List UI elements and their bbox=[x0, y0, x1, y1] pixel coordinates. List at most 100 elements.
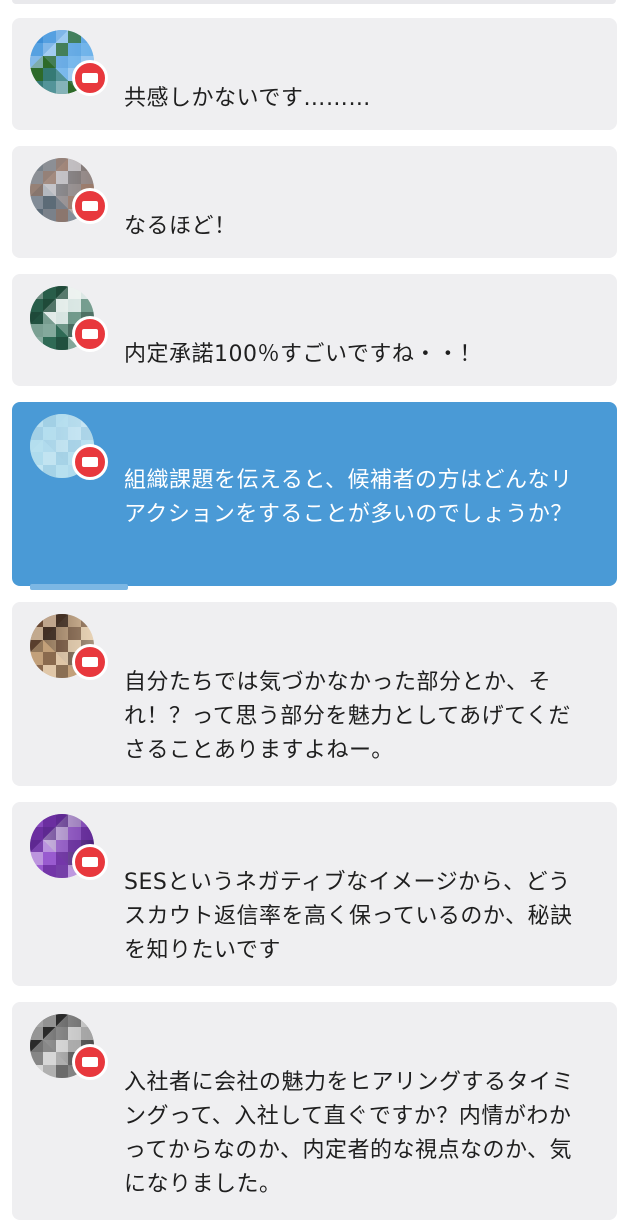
avatar-pixel bbox=[42, 42, 56, 56]
live-badge-icon bbox=[72, 1044, 108, 1080]
avatar-pixel bbox=[30, 1065, 43, 1078]
avatar-pixel bbox=[30, 30, 43, 43]
avatar-pixel bbox=[42, 465, 56, 478]
avatar-pixel bbox=[30, 852, 43, 866]
avatar-pixel bbox=[81, 414, 94, 427]
comment-card-selected[interactable]: 組織課題を伝えると、候補者の方はどんなリアクションをすることが多いのでしょうか？ bbox=[12, 402, 617, 590]
avatar-pixel bbox=[42, 324, 56, 338]
avatar-pixel bbox=[55, 639, 69, 653]
avatar-pixel bbox=[42, 81, 56, 94]
avatar-pixel bbox=[55, 839, 69, 853]
avatar-pixel bbox=[55, 465, 69, 478]
avatar-pixel bbox=[55, 324, 69, 338]
avatar-pixel bbox=[68, 414, 82, 427]
avatar-pixel bbox=[42, 1026, 56, 1040]
avatar-pixel bbox=[81, 814, 94, 827]
comment-card[interactable]: 入社者に会社の魅力をヒアリングするタイミングって、入社して直ぐですか？内情がわか… bbox=[12, 1002, 617, 1220]
avatar-pixel bbox=[68, 298, 82, 312]
avatar-pixel bbox=[68, 286, 82, 299]
avatar-pixel bbox=[81, 626, 94, 640]
avatar-pixel bbox=[55, 826, 69, 840]
avatar-pixel bbox=[55, 1014, 69, 1027]
avatar-pixel bbox=[30, 1039, 43, 1053]
avatar-pixel bbox=[30, 626, 43, 640]
avatar-pixel bbox=[42, 209, 56, 222]
avatar-pixel bbox=[42, 414, 56, 427]
comment-text: 内定承諾100％すごいですね・・！ bbox=[124, 342, 482, 367]
avatar-pixel bbox=[42, 298, 56, 312]
comment-text: 入社者に会社の魅力をヒアリングするタイミングって、入社して直ぐですか？内情がわか… bbox=[124, 1070, 575, 1197]
avatar-pixel bbox=[68, 1026, 82, 1040]
avatar-pixel bbox=[55, 414, 69, 427]
avatar-pixel bbox=[30, 665, 43, 678]
avatar-pixel bbox=[55, 81, 69, 94]
comment-card[interactable]: SESというネガティブなイメージから、どうスカウト返信率を高く保っているのか、秘… bbox=[12, 802, 617, 986]
avatar-pixel bbox=[30, 170, 43, 184]
avatar-pixel bbox=[30, 614, 43, 627]
avatar-pixel bbox=[81, 614, 94, 627]
avatar-pixel bbox=[42, 452, 56, 466]
avatar-pixel bbox=[68, 1014, 82, 1027]
comment-feed: 共感しかないです……… なるほど！ 内定承諾100％すごいですね・・！ 組織課題… bbox=[0, 0, 628, 1226]
avatar-pixel bbox=[42, 55, 56, 69]
avatar-pixel bbox=[55, 170, 69, 184]
avatar-pixel bbox=[30, 426, 43, 440]
avatar-pixel bbox=[30, 183, 43, 197]
avatar-pixel bbox=[30, 1052, 43, 1066]
avatar-pixel bbox=[68, 170, 82, 184]
avatar-pixel bbox=[30, 311, 43, 325]
avatar-pixel bbox=[30, 68, 43, 82]
avatar-pixel bbox=[30, 158, 43, 171]
avatar-pixel bbox=[42, 652, 56, 666]
live-badge-icon bbox=[72, 644, 108, 680]
avatar-pixel bbox=[68, 426, 82, 440]
avatar-pixel bbox=[55, 337, 69, 350]
avatar-pixel bbox=[81, 170, 94, 184]
comment-text: なるほど！ bbox=[124, 214, 237, 239]
avatar-pixel bbox=[68, 158, 82, 171]
avatar-pixel bbox=[42, 865, 56, 878]
avatar-pixel bbox=[55, 196, 69, 210]
avatar-pixel bbox=[30, 337, 43, 350]
avatar-pixel bbox=[55, 452, 69, 466]
avatar-pixel bbox=[68, 626, 82, 640]
avatar-pixel bbox=[81, 286, 94, 299]
avatar-pixel bbox=[55, 426, 69, 440]
avatar-pixel bbox=[30, 196, 43, 210]
avatar-pixel bbox=[42, 170, 56, 184]
comment-card[interactable]: 内定承諾100％すごいですね・・！ bbox=[12, 274, 617, 386]
comment-text: 組織課題を伝えると、候補者の方はどんなリアクションをすることが多いのでしょうか？ bbox=[124, 468, 573, 527]
live-badge-icon bbox=[72, 188, 108, 224]
avatar-pixel bbox=[81, 826, 94, 840]
avatar-pixel bbox=[30, 439, 43, 453]
avatar-pixel bbox=[81, 1026, 94, 1040]
comment-card[interactable]: なるほど！ bbox=[12, 146, 617, 258]
avatar-pixel bbox=[42, 1014, 56, 1027]
avatar-pixel bbox=[30, 1026, 43, 1040]
previous-card-edge bbox=[12, 0, 616, 4]
avatar-pixel bbox=[42, 826, 56, 840]
avatar-pixel bbox=[30, 452, 43, 466]
avatar-pixel bbox=[42, 439, 56, 453]
avatar-pixel bbox=[55, 209, 69, 222]
avatar-pixel bbox=[42, 183, 56, 197]
avatar-pixel bbox=[55, 865, 69, 878]
comment-card[interactable]: 共感しかないです……… bbox=[12, 18, 617, 130]
avatar-pixel bbox=[30, 865, 43, 878]
avatar-pixel bbox=[81, 158, 94, 171]
avatar-pixel bbox=[42, 1052, 56, 1066]
comment-card[interactable]: 自分たちでは気づかなかった部分とか、それ！？って思う部分を魅力としてあげてくださ… bbox=[12, 602, 617, 786]
avatar-pixel bbox=[55, 68, 69, 82]
avatar-pixel bbox=[42, 158, 56, 171]
avatar-pixel bbox=[55, 652, 69, 666]
avatar-pixel bbox=[55, 311, 69, 325]
avatar-pixel bbox=[42, 614, 56, 627]
comment-text: 共感しかないです……… bbox=[124, 86, 371, 111]
avatar-pixel bbox=[30, 839, 43, 853]
avatar-pixel bbox=[42, 814, 56, 827]
avatar-pixel bbox=[81, 30, 94, 43]
avatar-pixel bbox=[55, 626, 69, 640]
avatar-pixel bbox=[42, 852, 56, 866]
avatar-pixel bbox=[55, 814, 69, 827]
avatar-pixel bbox=[30, 286, 43, 299]
